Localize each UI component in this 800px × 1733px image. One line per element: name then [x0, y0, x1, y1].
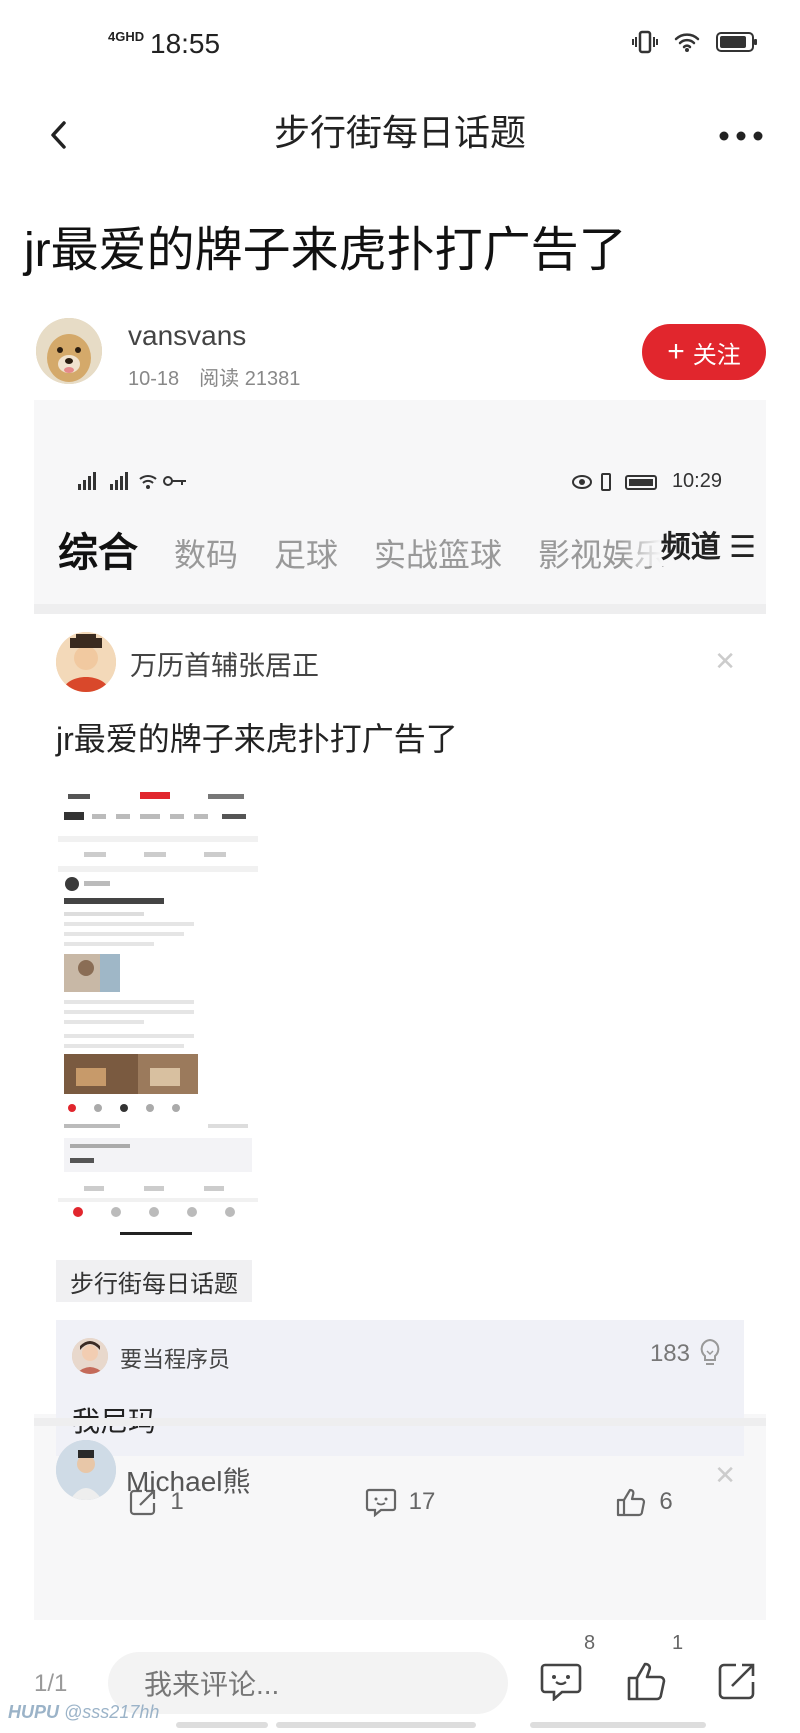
next-avatar[interactable]: [56, 1440, 116, 1500]
watermark-brand: HUPU: [8, 1702, 60, 1722]
lightbulb-icon[interactable]: [696, 1336, 724, 1368]
card-username[interactable]: 万历首辅张居正: [130, 644, 319, 683]
hot-comment[interactable]: 要当程序员 183 我尼玛: [56, 1320, 744, 1456]
share-button[interactable]: [710, 1654, 764, 1708]
tab-2[interactable]: 足球: [274, 530, 338, 576]
likes-badge: 1: [672, 1632, 684, 1654]
post-meta: 10-18 阅读 21381: [128, 362, 300, 391]
tab-3[interactable]: 实战篮球: [374, 530, 502, 576]
close-icon[interactable]: ✕: [714, 646, 736, 677]
page-title: 步行街每日话题: [273, 112, 526, 153]
follow-button[interactable]: + 关注: [642, 324, 766, 380]
share-icon: [718, 1663, 755, 1700]
channel-button[interactable]: 频道 ☰: [620, 522, 756, 566]
tab-0[interactable]: 综合: [58, 520, 138, 578]
comments-badge: 8: [584, 1632, 596, 1654]
menu-icon: ☰: [729, 531, 756, 564]
embedded-status-bar: 10:29: [78, 470, 722, 500]
comment-like-count: 183: [649, 1340, 690, 1367]
post-date: 10-18: [128, 368, 180, 390]
status-icons: [632, 30, 758, 59]
feed-card[interactable]: 万历首辅张居正 ✕ jr最爱的牌子来虎扑打广告了 步行街每日话题 要当程序员 1…: [34, 614, 766, 1517]
divider: [176, 1722, 268, 1728]
comment-username[interactable]: 要当程序员: [120, 1342, 230, 1374]
post-title: jr最爱的牌子来虎扑打广告了: [24, 224, 627, 277]
topic-tag[interactable]: 步行街每日话题: [56, 1260, 252, 1302]
tab-1[interactable]: 数码: [174, 530, 238, 576]
divider: [530, 1722, 706, 1728]
status-bar: 4GHD 18:55: [0, 0, 800, 90]
wifi-icon: [674, 31, 700, 58]
embedded-screenshot[interactable]: 10:29 综合 数码 足球 实战篮球 影视娱乐 频道 ☰ 万历首辅张居正 ✕ …: [34, 400, 766, 1690]
card-user-row: 万历首辅张居正 ✕: [56, 632, 736, 692]
battery-icon: [716, 31, 758, 58]
channel-label: 频道: [660, 531, 721, 564]
thumbs-up-icon: [627, 1662, 666, 1701]
next-username[interactable]: Michael熊: [126, 1460, 250, 1500]
divider: [34, 604, 766, 614]
comment-icon: [540, 1663, 582, 1701]
vibrate-icon: [632, 30, 658, 59]
author-row: vansvans 10-18 阅读 21381 + 关注: [36, 318, 766, 391]
close-icon[interactable]: ✕: [714, 1460, 736, 1491]
card-avatar[interactable]: [56, 632, 116, 692]
divider: [34, 1418, 766, 1426]
watermark: HUPU @sss217hh: [8, 1702, 159, 1723]
author-name[interactable]: vansvans: [128, 320, 246, 352]
more-button[interactable]: [716, 116, 766, 156]
page-indicator: 1/1: [34, 1670, 68, 1697]
like-button[interactable]: [620, 1654, 674, 1708]
comment-avatar[interactable]: [72, 1338, 108, 1374]
divider: [276, 1722, 476, 1728]
post-reads: 阅读 21381: [199, 368, 301, 390]
plus-icon: +: [667, 335, 685, 368]
network-indicator: 4GHD: [108, 29, 145, 44]
next-card-user-row: Michael熊 ✕: [56, 1440, 736, 1500]
comments-button[interactable]: [534, 1654, 588, 1708]
embedded-time: 10:29: [671, 470, 722, 492]
author-avatar[interactable]: [36, 318, 102, 384]
embedded-right-icons: 10:29: [571, 470, 722, 493]
top-nav: 步行街每日话题: [0, 90, 800, 180]
card-title: jr最爱的牌子来虎扑打广告了: [56, 721, 458, 757]
watermark-user: @sss217hh: [64, 1702, 160, 1722]
status-time: 18:55: [150, 28, 221, 59]
nested-screenshot[interactable]: [58, 788, 258, 1240]
follow-label: 关注: [692, 341, 741, 369]
comment-input[interactable]: 我来评论...: [108, 1652, 508, 1714]
more-dots-icon: [719, 131, 763, 141]
embedded-signal-icons: [78, 470, 198, 492]
nested-screenshot-image: [58, 788, 258, 1240]
